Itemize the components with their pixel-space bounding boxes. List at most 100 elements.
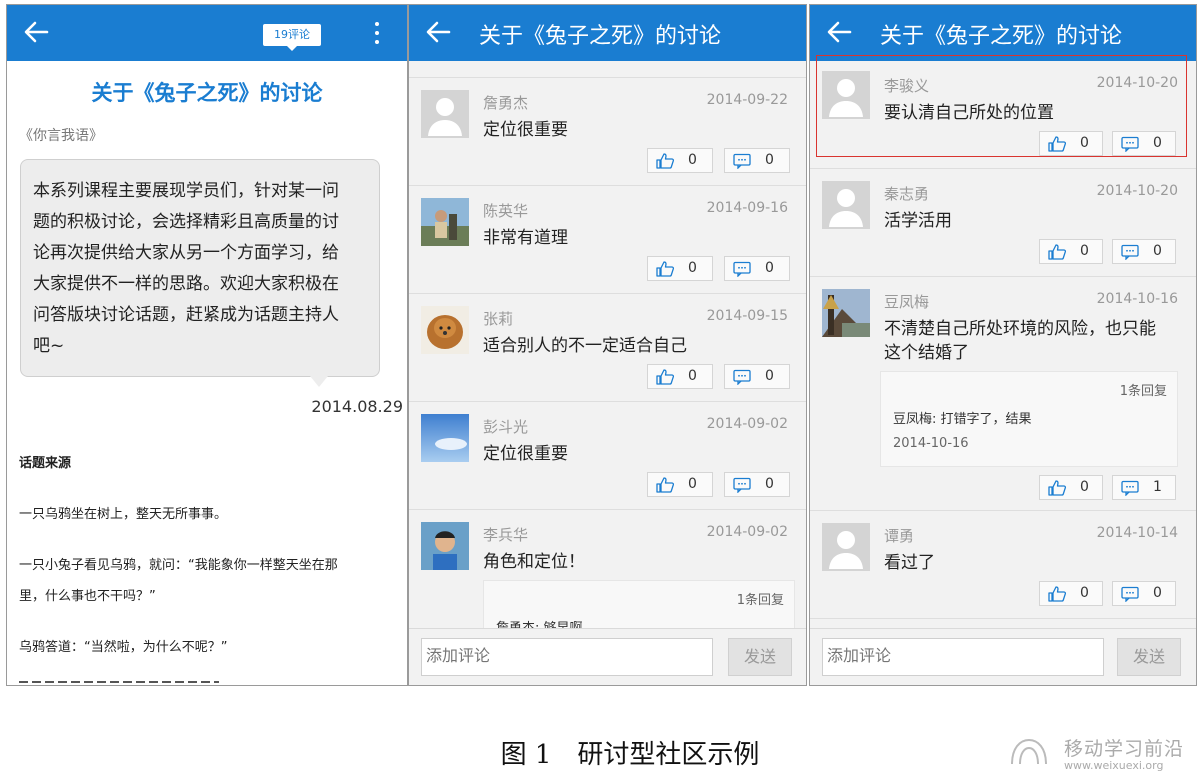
comment-author: 陈英华 (483, 202, 529, 220)
comment-author: 张莉 (483, 310, 514, 328)
intro-line: 本系列课程主要展现学员们，针对某一问 (33, 181, 339, 201)
comment-text: 适合别人的不一定适合自己 (483, 336, 687, 356)
avatar (421, 414, 469, 462)
reply-button[interactable]: 0 (1112, 581, 1176, 606)
thumbs-up-icon (1048, 586, 1066, 602)
comment-item[interactable]: 张莉 2014-09-15 适合别人的不一定适合自己 0 0 (409, 294, 806, 402)
comment-item[interactable]: 秦志勇 2014-10-20 活学活用 0 0 (810, 169, 1196, 277)
reply-count: 0 (765, 368, 774, 384)
article-paragraph: 里，什么事也不干吗？” (19, 589, 156, 604)
reply-count: 0 (765, 152, 774, 168)
thumbs-up-icon (656, 477, 674, 493)
send-button[interactable]: 发送 (1117, 638, 1181, 676)
back-arrow-icon[interactable] (423, 17, 453, 47)
comment-text: 定位很重要 (483, 120, 568, 140)
comment-icon (733, 261, 751, 277)
comment-item[interactable]: 彭斗光 2014-09-02 定位很重要 0 0 (409, 402, 806, 510)
article-source: 《你言我语》 (19, 128, 103, 144)
comment-icon (1121, 244, 1139, 260)
like-button[interactable]: 0 (647, 472, 713, 497)
comment-icon (733, 369, 751, 385)
article-screen: 19评论 关于《兔子之死》的讨论 《你言我语》 本系列课程主要展现学员们，针对某… (6, 4, 408, 686)
thumbs-up-icon (656, 369, 674, 385)
like-button[interactable]: 0 (1039, 475, 1103, 500)
intro-line: 题的积极讨论，会选择精彩且高质量的讨 (33, 212, 339, 232)
reply-count: 0 (1153, 243, 1162, 259)
comment-input-bar: 发送 (409, 628, 806, 685)
reply-button[interactable]: 0 (724, 472, 790, 497)
list-top-spacer (409, 61, 806, 78)
avatar (822, 289, 870, 337)
comment-count-badge[interactable]: 19评论 (263, 24, 321, 51)
comment-date: 2014-10-14 (1096, 525, 1178, 541)
avatar-placeholder-icon (822, 523, 870, 571)
avatar-placeholder-icon (421, 90, 469, 138)
comment-date: 2014-09-22 (706, 92, 788, 108)
comment-text: 看过了 (884, 553, 935, 573)
avatar (421, 522, 469, 570)
comment-text: 非常有道理 (483, 228, 568, 248)
reply-date: 2014-10-16 (893, 436, 969, 451)
reply-button[interactable]: 1 (1112, 475, 1176, 500)
watermark-url: www.weixuexi.org (1064, 759, 1164, 772)
comment-text: 定位很重要 (483, 444, 568, 464)
discussion-screen-2: 关于《兔子之死》的讨论 詹勇杰 2014-09-22 定位很重要 0 0 陈英华… (408, 4, 807, 686)
article-paragraph: 一只乌鸦坐在树上，整天无所事事。 (19, 507, 228, 522)
comment-input[interactable] (421, 638, 713, 676)
like-count: 0 (1080, 585, 1089, 601)
reply-count-label[interactable]: 1条回复 (1120, 380, 1167, 399)
comment-author: 李兵华 (483, 526, 529, 544)
back-arrow-icon[interactable] (21, 17, 51, 47)
comment-date: 2014-10-20 (1096, 183, 1178, 199)
avatar (822, 181, 870, 229)
like-button[interactable]: 0 (647, 148, 713, 173)
article-paragraph: 一只小兔子看见乌鸦，就问：“我能象你一样整天坐在那 (19, 558, 338, 573)
comment-item[interactable]: 陈英华 2014-09-16 非常有道理 0 0 (409, 186, 806, 294)
comment-item[interactable]: 李兵华 2014-09-02 角色和定位！ 1条回复 詹勇杰: 够早啊 (409, 510, 806, 650)
send-button[interactable]: 发送 (728, 638, 792, 676)
avatar-photo (421, 198, 469, 246)
discussion-app-bar: 关于《兔子之死》的讨论 (810, 5, 1196, 61)
reply-button[interactable]: 0 (724, 148, 790, 173)
discussion-screen-3: 关于《兔子之死》的讨论 李骏义 2014-10-20 要认清自己所处的位置 0 … (809, 4, 1197, 686)
reply-count: 0 (1153, 585, 1162, 601)
comment-input-bar: 发送 (810, 628, 1196, 685)
intro-line: 吧~ (33, 336, 65, 356)
comment-item[interactable]: 詹勇杰 2014-09-22 定位很重要 0 0 (409, 78, 806, 186)
comment-date: 2014-09-02 (706, 416, 788, 432)
comment-date: 2014-09-02 (706, 524, 788, 540)
avatar-photo (421, 414, 469, 462)
reply-button[interactable]: 0 (724, 256, 790, 281)
avatar (822, 523, 870, 571)
intro-line: 问答版块讨论话题，赶紧成为话题主持人 (33, 305, 339, 325)
section-title: 话题来源 (19, 456, 72, 471)
back-arrow-icon[interactable] (824, 17, 854, 47)
like-button[interactable]: 0 (647, 256, 713, 281)
reply-count-label[interactable]: 1条回复 (737, 589, 784, 608)
like-button[interactable]: 0 (647, 364, 713, 389)
article-title: 关于《兔子之死》的讨论 (91, 81, 323, 105)
like-count: 0 (1080, 479, 1089, 495)
comment-item[interactable]: 谭勇 2014-10-14 看过了 0 0 (810, 511, 1196, 619)
reply-button[interactable]: 0 (724, 364, 790, 389)
reply-count: 0 (765, 476, 774, 492)
comment-text: 角色和定位！ (483, 552, 585, 572)
reply-text: 豆凤梅: 打错字了，结果 (893, 412, 1032, 427)
like-button[interactable]: 0 (1039, 581, 1103, 606)
reply-button[interactable]: 0 (1112, 239, 1176, 264)
comment-item[interactable]: 豆凤梅 2014-10-16 不清楚自己所处环境的风险，也只能 这个结婚了 1条… (810, 277, 1196, 511)
more-vert-icon[interactable] (373, 22, 381, 50)
intro-bubble: 本系列课程主要展现学员们，针对某一问 题的积极讨论，会选择精彩且高质量的讨 论再… (20, 159, 380, 387)
avatar-placeholder-icon (822, 181, 870, 229)
comment-author: 彭斗光 (483, 418, 529, 436)
comment-input[interactable] (822, 638, 1104, 676)
avatar (421, 90, 469, 138)
reply-count: 0 (765, 260, 774, 276)
reply-box[interactable]: 1条回复 豆凤梅: 打错字了，结果 2014-10-16 (880, 371, 1178, 467)
like-button[interactable]: 0 (1039, 239, 1103, 264)
comment-icon (1121, 586, 1139, 602)
avatar-photo (421, 306, 469, 354)
discussion-title: 关于《兔子之死》的讨论 (479, 24, 722, 49)
comment-text: 不清楚自己所处环境的风险，也只能 这个结婚了 (884, 317, 1184, 365)
like-count: 0 (688, 368, 697, 384)
